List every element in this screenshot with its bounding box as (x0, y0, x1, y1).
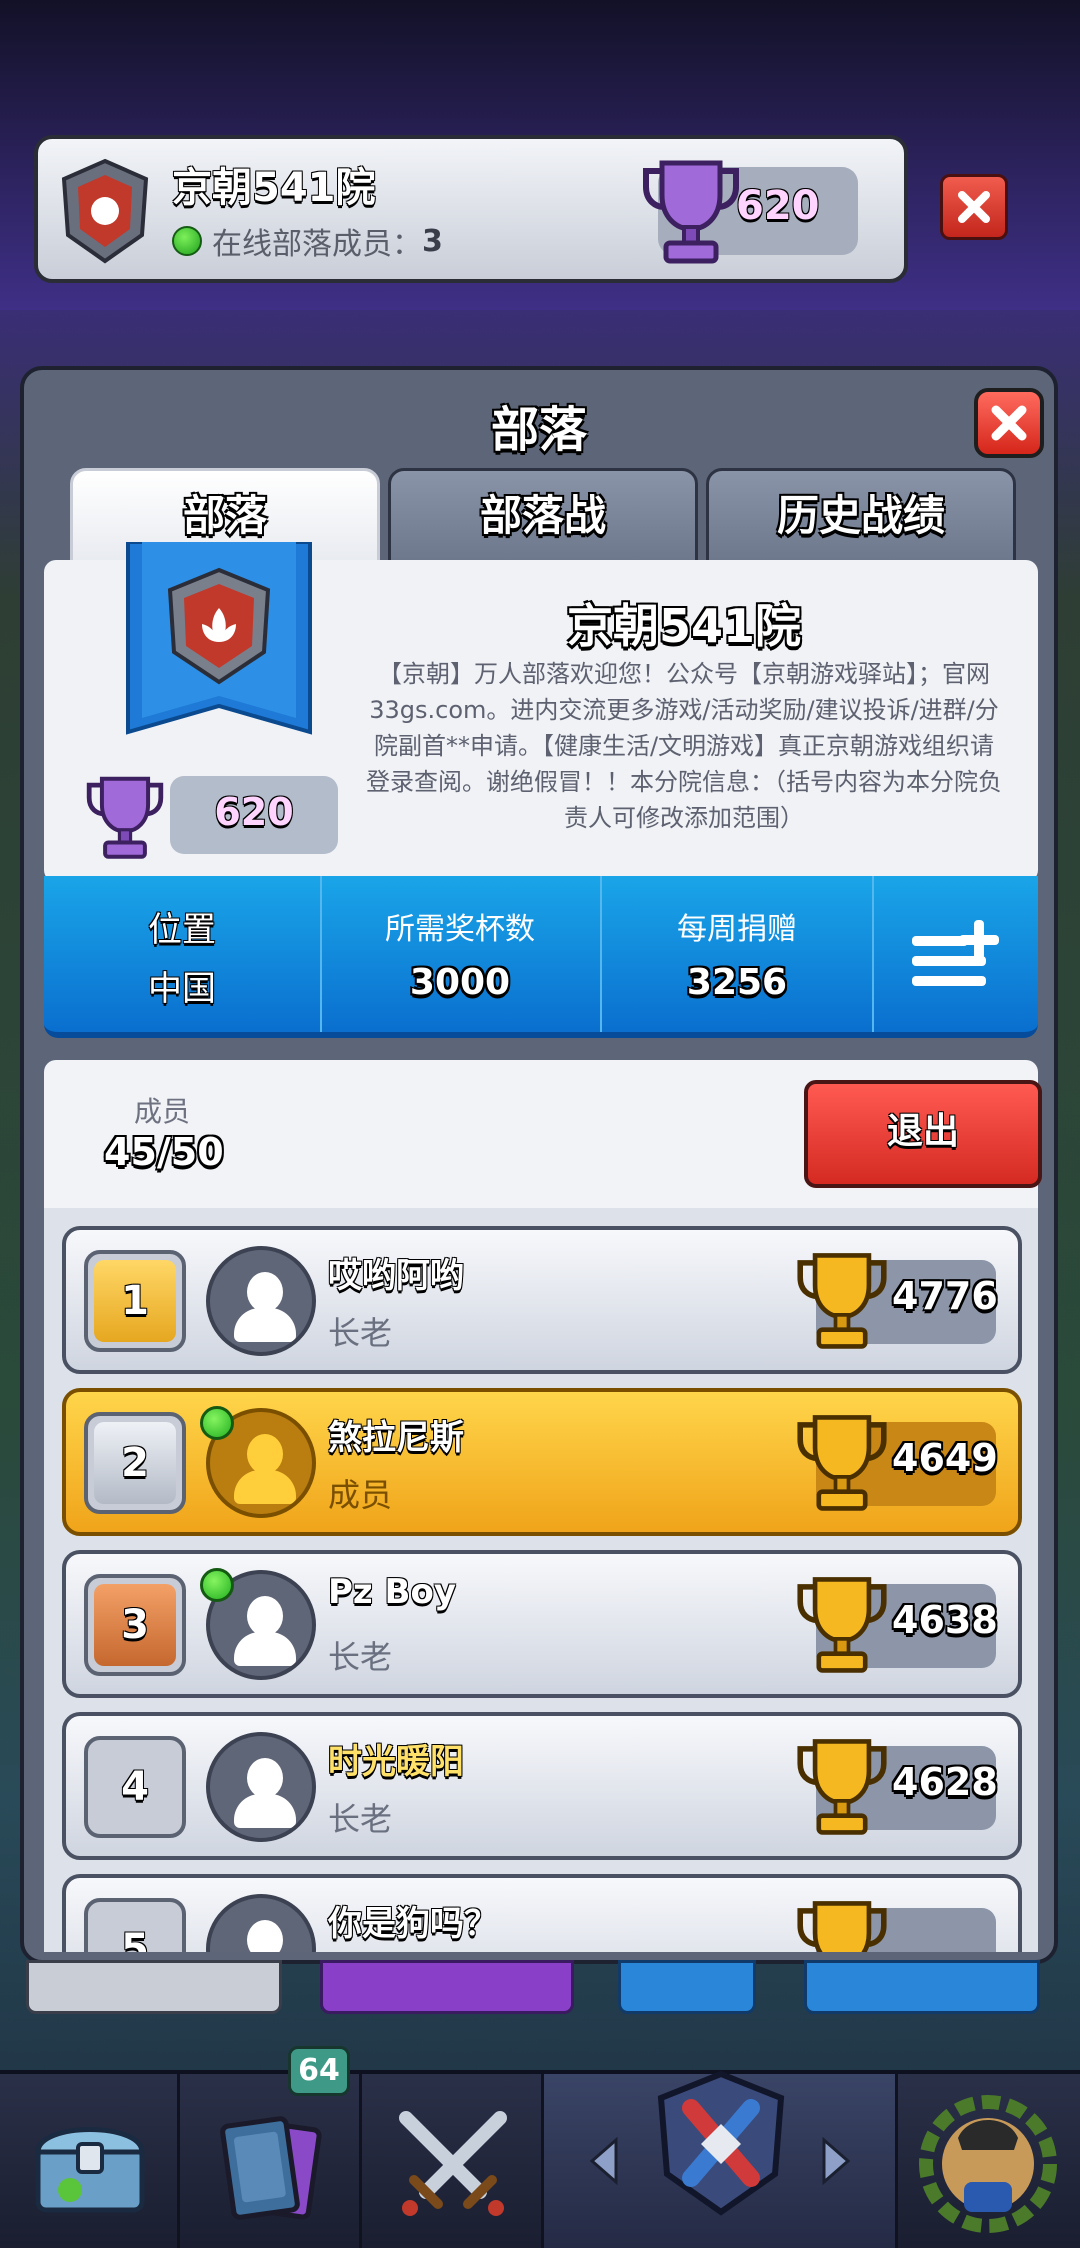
member-rank-badge: 2 (84, 1412, 186, 1514)
member-rank-badge: 1 (84, 1250, 186, 1352)
member-row[interactable]: 1 哎哟阿哟 长老 4776 (62, 1226, 1022, 1374)
member-rank: 2 (94, 1422, 176, 1504)
clan-panel: 部落 部落 部落战 历史战绩 京朝541院 【京朝】万人部落欢迎您！公众号【京朝… (20, 366, 1058, 1964)
chest-icon (35, 2127, 145, 2213)
stat-weekly-donations: 每周捐赠 3256 (602, 876, 872, 1032)
online-count: 3 (422, 223, 443, 259)
stat-required-trophies-value: 3000 (409, 962, 511, 1003)
cards-icon (220, 2116, 322, 2220)
tab-clan-war[interactable]: 部落战 (388, 468, 698, 564)
clan-name: 京朝541院 (172, 165, 376, 211)
member-name: 时光暖阳 (328, 1742, 464, 1782)
member-trophies: 4638 (892, 1598, 998, 1642)
cards-count-badge: 64 (288, 2046, 350, 2096)
close-icon (958, 191, 990, 223)
online-label: 在线部落成员： (212, 227, 422, 262)
member-role: 长老 (328, 1800, 393, 1838)
member-rank: 1 (94, 1260, 176, 1342)
clan-stats-bar: 位置 中国 所需奖杯数 3000 每周捐赠 3256 (44, 876, 1038, 1038)
gold-trophy-icon (797, 1901, 887, 1952)
background-button-stub (618, 1960, 756, 2014)
gold-trophy-icon (797, 1739, 887, 1835)
member-row[interactable]: 4 时光暖阳 长老 4628 (62, 1712, 1022, 1860)
clan-info-trophies: 620 (214, 790, 294, 834)
member-row[interactable]: 3 Pz Boy 长老 4638 (62, 1550, 1022, 1698)
stat-weekly-donations-label: 每周捐赠 (677, 912, 797, 947)
member-row[interactable]: 5 你是狗吗？ (62, 1874, 1022, 1952)
stat-required-trophies-label: 所需奖杯数 (385, 912, 535, 947)
nav-clan-active[interactable] (544, 2070, 898, 2248)
clan-info-card: 京朝541院 【京朝】万人部落欢迎您！公众号【京朝游戏驿站】；官网33gs.co… (44, 542, 1038, 882)
member-rank-badge: 5 (84, 1898, 186, 1952)
clan-trophy-count: 620 (736, 183, 820, 229)
online-dot-icon (172, 226, 202, 256)
member-role: 长老 (328, 1638, 393, 1676)
clan-shield-icon (657, 2070, 785, 2216)
panel-close-button[interactable] (974, 388, 1044, 458)
members-label: 成员 (134, 1095, 191, 1128)
members-header: 成员 45/50 退出 (44, 1060, 1042, 1208)
avatar (206, 1894, 316, 1952)
nav-cards[interactable]: 64 (180, 2046, 362, 2248)
close-icon (991, 405, 1027, 441)
background-button-stub (320, 1960, 574, 2014)
clan-badge-icon (61, 158, 149, 264)
member-role: 成员 (328, 1476, 393, 1514)
member-name: 煞拉尼斯 (328, 1418, 464, 1458)
cards-count: 64 (298, 2053, 340, 2088)
nav-tournaments[interactable] (898, 2074, 1080, 2248)
leave-clan-button[interactable]: 退出 (804, 1080, 1042, 1188)
avatar (206, 1732, 316, 1842)
nav-battle[interactable] (362, 2074, 544, 2248)
top-close-button[interactable] (940, 174, 1008, 240)
purple-trophy-icon (86, 776, 164, 859)
member-trophies: 4649 (892, 1436, 998, 1480)
chevron-left-icon (589, 2136, 618, 2186)
clan-summary-card[interactable]: 京朝541院 在线部落成员： 3 620 (34, 135, 908, 283)
clan-top-bar: 京朝541院 在线部落成员： 3 620 (0, 0, 1080, 310)
member-rank: 5 (121, 1926, 149, 1952)
online-status-icon (200, 1406, 234, 1440)
nav-shop[interactable] (0, 2074, 180, 2248)
member-trophies: 4628 (892, 1760, 998, 1804)
members-list[interactable]: 1 哎哟阿哟 长老 4776 2 煞拉尼斯 成员 4649 3 Pz Boy 长… (44, 1208, 1038, 1952)
member-rank-badge: 3 (84, 1574, 186, 1676)
gold-trophy-icon (797, 1253, 887, 1349)
bottom-nav: 64 (0, 2046, 1080, 2248)
tab-war-history[interactable]: 历史战绩 (706, 468, 1016, 564)
avatar (206, 1246, 316, 1356)
clan-menu-button[interactable] (874, 876, 1038, 1032)
member-row-self[interactable]: 2 煞拉尼斯 成员 4649 (62, 1388, 1022, 1536)
member-name: 你是狗吗？ (328, 1904, 498, 1944)
member-trophies: 4776 (892, 1274, 998, 1318)
background-button-stub (26, 1960, 282, 2014)
member-name: 哎哟阿哟 (328, 1256, 464, 1296)
clan-info-name: 京朝541院 (566, 599, 802, 653)
laurel-avatar-icon (919, 2095, 1057, 2233)
list-add-icon (912, 920, 999, 986)
members-count: 45/50 (104, 1130, 224, 1174)
stat-location: 位置 中国 (44, 876, 320, 1032)
crossed-swords-icon (399, 2111, 507, 2216)
stat-location-value: 中国 (148, 969, 216, 1009)
stat-location-label: 位置 (148, 910, 216, 950)
member-name: Pz Boy (328, 1572, 456, 1612)
chevron-right-icon (822, 2136, 851, 2186)
clan-description: 【京朝】万人部落欢迎您！公众号【京朝游戏驿站】；官网33gs.com。进内交流更… (366, 660, 1002, 832)
stat-weekly-donations-value: 3256 (686, 962, 788, 1003)
panel-title: 部落 (490, 402, 587, 458)
clan-info-trophy-pill: 620 (170, 776, 338, 854)
member-rank: 3 (94, 1584, 176, 1666)
member-rank: 4 (121, 1764, 149, 1810)
member-role: 长老 (328, 1314, 393, 1352)
online-status-icon (200, 1568, 234, 1602)
gold-trophy-icon (797, 1415, 887, 1511)
member-rank-badge: 4 (84, 1736, 186, 1838)
stat-required-trophies: 所需奖杯数 3000 (322, 876, 598, 1032)
clan-banner-icon (126, 542, 312, 735)
purple-trophy-icon (643, 160, 739, 264)
background-button-stub (804, 1960, 1040, 2014)
online-members: 在线部落成员： 3 (172, 219, 443, 263)
gold-trophy-icon (797, 1577, 887, 1673)
